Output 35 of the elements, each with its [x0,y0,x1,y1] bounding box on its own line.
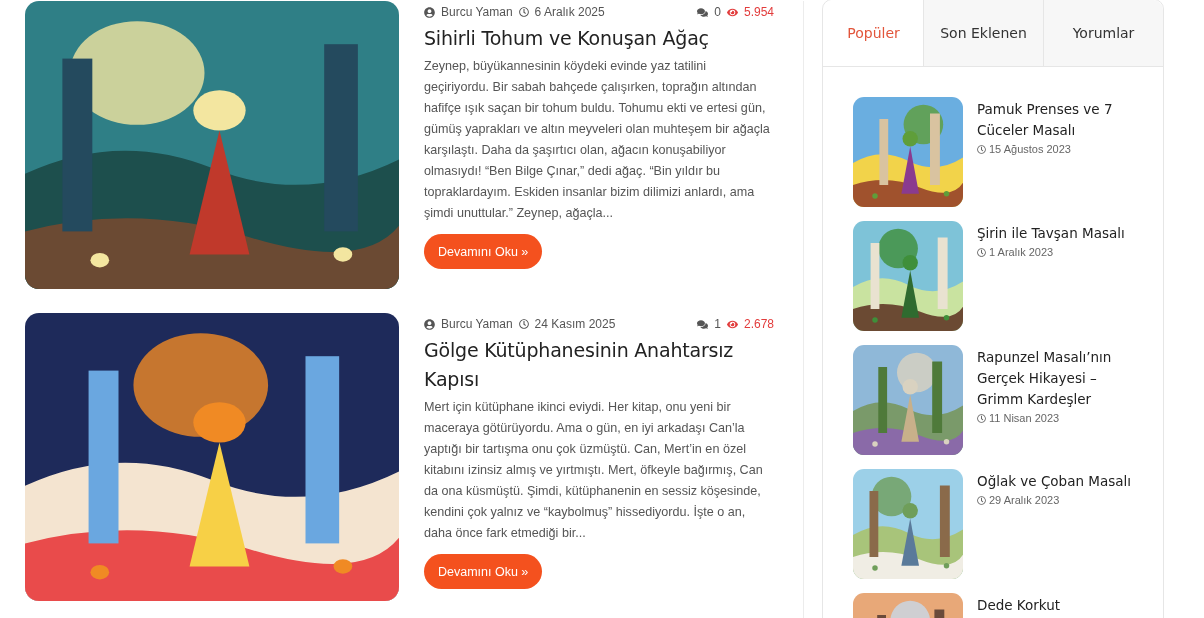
story-title[interactable]: Rapunzel Masalı’nın Gerçek Hikayesi – Grimm Kardeşler [977,347,1143,410]
clock-icon [977,247,986,257]
comment-count: 1 [714,317,721,331]
user-icon [424,318,435,330]
story-date: 1 Aralık 2023 [989,246,1054,258]
clock-icon [518,7,529,17]
story-title[interactable]: Şirin ile Tavşan Masalı [977,223,1125,244]
post-author: Burcu Yaman [441,5,513,19]
eye-icon [726,318,738,330]
story-date: 11 Nisan 2023 [989,412,1060,424]
comment-count: 0 [714,5,721,19]
comments-icon [697,318,709,330]
post-excerpt: Mert için kütüphane ikinci eviydi. Her kitap, onu yeni bir maceraya götürüyordu. Ama o gün, en iyi arkadaşı Can’la yaptığı bir tartışma onu çok üzmüştü. Can, Mert’in en özel kitabını izinsiz almış ve yırtmıştı. Mert, öfkeyle bağırmış, Can da ona küsmüştü. Şimdi, kütüphanenin en sessiz köşesinde, kendini çok yalnız ve “kaybolmuş” hissediyordu. İşte o an, daha önce fark etmediği bir... [424,399,764,542]
story-title[interactable]: Oğlak ve Çoban Masalı [977,471,1132,492]
sidebar-tab[interactable]: Son Eklenen [923,0,1043,66]
clock-icon [518,319,529,329]
story-title[interactable]: Pamuk Prenses ve 7 Cüceler Masalı [977,99,1143,141]
view-count: 2.678 [743,317,774,331]
clock-icon [977,495,986,505]
post-title[interactable]: Sihirli Tohum ve Konuşan Ağaç [424,24,709,53]
post-author: Burcu Yaman [441,317,513,331]
story-date: 29 Aralık 2023 [989,494,1060,506]
post-excerpt: Zeynep, büyükannesinin köydeki evinde yaz tatilini geçiriyordu. Bir sabah bahçede çalışırken, toprağın altından hafifçe ışık saçan bir tohum buldu. Tohumu ekti ve ertesi gün, gümüş yaprakları ve altın meyveleri olan muhteşem bir ağaçla karşılaştı. Daha da şaşırtıcı olan, ağacın konuşabiliyor olmasıydı! “Ben Bilge Çınar,” dedi ağaç. “Bin yıldır bu topraklardayım. Eskiden insanlar bizim dilimizi anlardı, ama şimdi unuttular.” Zeynep, ağaçla... [424,58,771,222]
user-icon [424,6,435,18]
story-title[interactable]: Dede Korkut [977,595,1061,616]
view-count: 5.954 [743,5,774,19]
comments-icon [697,6,709,18]
post-date: 6 Aralık 2025 [534,5,605,19]
post-date: 24 Kasım 2025 [534,317,616,331]
clock-icon [977,413,986,423]
eye-icon [726,6,738,18]
story-date: 15 Ağustos 2023 [989,143,1071,155]
clock-icon [977,144,986,154]
sidebar-tab[interactable]: Yorumlar [1043,0,1163,66]
post-title[interactable]: Gölge Kütüphanesinin Anahtarsız Kapısı [424,336,774,394]
